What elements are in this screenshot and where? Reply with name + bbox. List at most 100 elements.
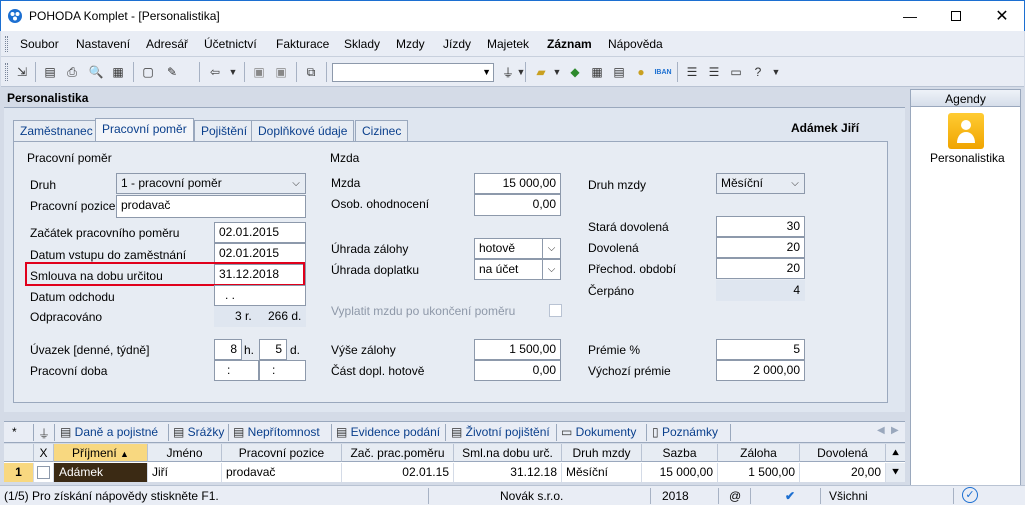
tab-zamestnanec[interactable]: Zaměstnanec — [13, 120, 100, 141]
menu-nastaveni[interactable]: Nastavení — [76, 37, 130, 51]
save-all-icon[interactable]: ▣ — [272, 63, 290, 81]
menu-ucetnictvi[interactable]: Účetnictví — [204, 37, 257, 51]
save-icon[interactable]: ▣ — [250, 63, 268, 81]
uvazek-hours-input[interactable]: 8 — [214, 339, 242, 360]
filter-dropdown-icon[interactable]: ▼ — [512, 63, 530, 81]
table-cell-dovolena[interactable]: 20,00 — [800, 463, 886, 482]
help-dropdown-icon[interactable]: ▼ — [767, 63, 785, 81]
scroll-left-icon[interactable]: ◀ — [877, 425, 885, 436]
col-header-x[interactable]: X — [34, 444, 54, 462]
col-header-pozice[interactable]: Pracovní pozice — [222, 444, 342, 462]
close-button[interactable]: ✕ — [979, 1, 1025, 31]
row-checkbox[interactable] — [37, 466, 50, 479]
col-header-sml[interactable]: Sml.na dobu urč. — [454, 444, 562, 462]
premie-input[interactable]: 5 — [716, 339, 805, 360]
scroll-down-icon[interactable]: ⯆ — [886, 463, 905, 482]
table-cell-jmeno[interactable]: Jiří — [148, 463, 222, 482]
tab-doplnkove-udaje[interactable]: Doplňkové údaje — [251, 120, 355, 141]
uhrada-zalohy-select[interactable]: hotově ⌵ — [474, 238, 561, 259]
odchod-input[interactable]: . . — [214, 285, 306, 306]
monitor-icon[interactable]: ▭ — [727, 63, 745, 81]
col-header-zac[interactable]: Zač. prac.poměru — [342, 444, 454, 462]
row-number[interactable]: 1 — [4, 463, 34, 482]
agenda-personalistika-label[interactable]: Personalistika — [930, 151, 1005, 165]
table-cell-sazba[interactable]: 15 000,00 — [642, 463, 718, 482]
menu-mzdy[interactable]: Mzdy — [396, 37, 425, 51]
edit-icon[interactable]: ✎ — [163, 63, 181, 81]
back-dropdown-icon[interactable]: ▼ — [224, 63, 242, 81]
row-checkbox-cell[interactable] — [34, 463, 54, 482]
tab-all[interactable]: * — [12, 425, 17, 439]
tab-dokumenty[interactable]: ▭ Dokumenty — [561, 425, 636, 439]
print-icon[interactable]: ⎙ — [63, 63, 81, 81]
maximize-button[interactable] — [933, 1, 979, 31]
uhrada-doplatku-select[interactable]: na účet ⌵ — [474, 259, 561, 280]
zacatek-input[interactable]: 02.01.2015 — [214, 222, 306, 243]
personalistika-agenda-icon[interactable] — [948, 113, 984, 149]
dovolena-input[interactable]: 20 — [716, 237, 805, 258]
col-header-zaloha[interactable]: Záloha — [718, 444, 800, 462]
tab-nepritomnost[interactable]: ▤ Nepřítomnost — [233, 425, 320, 439]
col-header-jmeno[interactable]: Jméno — [148, 444, 222, 462]
col-header-dovolena[interactable]: Dovolená — [800, 444, 886, 462]
prechod-input[interactable]: 20 — [716, 258, 805, 279]
table-cell-pozice[interactable]: prodavač — [222, 463, 342, 482]
doba-from-input[interactable]: : — [214, 360, 259, 381]
new-record-icon[interactable]: ▢ — [139, 63, 157, 81]
table-cell-zaloha[interactable]: 1 500,00 — [718, 463, 800, 482]
coins-icon[interactable]: ● — [632, 63, 650, 81]
menu-fakturace[interactable]: Fakturace — [276, 37, 329, 51]
osob-input[interactable]: 0,00 — [474, 194, 561, 216]
copy-icon[interactable]: ⧉ — [302, 63, 320, 81]
list-icon[interactable]: ☰ — [683, 63, 701, 81]
folder-dropdown-icon[interactable]: ▼ — [548, 63, 566, 81]
tab-pracovni-pomer[interactable]: Pracovní poměr — [95, 118, 194, 142]
druh-select[interactable]: 1 - pracovní poměr ⌵ — [116, 173, 306, 194]
pozice-input[interactable]: prodavač — [116, 195, 306, 218]
open-icon[interactable]: ▤ — [41, 63, 59, 81]
doba-to-input[interactable]: : — [259, 360, 306, 381]
menu-jizdy[interactable]: Jízdy — [443, 37, 471, 51]
vyse-zalohy-input[interactable]: 1 500,00 — [474, 339, 561, 360]
tab-evidence-podani[interactable]: ▤ Evidence podání — [336, 425, 440, 439]
menu-napoveda[interactable]: Nápověda — [608, 37, 663, 51]
minimize-button[interactable]: — — [887, 1, 933, 31]
help-icon[interactable]: ? — [749, 63, 767, 81]
table-cell-druh[interactable]: Měsíční — [562, 463, 642, 482]
menu-sklady[interactable]: Sklady — [344, 37, 380, 51]
cast-input[interactable]: 0,00 — [474, 360, 561, 381]
table-cell-sml[interactable]: 31.12.18 — [454, 463, 562, 482]
druh-mzdy-select[interactable]: Měsíční ⌵ — [716, 173, 805, 194]
tab-pojisteni[interactable]: Pojištění — [194, 120, 255, 141]
tab-cizinec[interactable]: Cizinec — [355, 120, 409, 141]
vyplatit-checkbox[interactable] — [549, 304, 562, 317]
mzda-input[interactable]: 15 000,00 — [474, 173, 561, 194]
back-icon[interactable]: ⇦ — [206, 63, 224, 81]
menu-zaznam[interactable]: Záznam — [547, 37, 592, 51]
document-icon[interactable]: ☰ — [705, 63, 723, 81]
stara-dovolena-input[interactable]: 30 — [716, 216, 805, 237]
col-header-druh[interactable]: Druh mzdy — [562, 444, 642, 462]
table-cell-prijmeni[interactable]: Adámek — [54, 463, 148, 482]
report-icon[interactable]: ▦ — [109, 63, 127, 81]
tab-dane-a-pojistne[interactable]: ▤ Daně a pojistné — [60, 425, 158, 439]
uvazek-days-input[interactable]: 5 — [259, 339, 287, 360]
col-header-sazba[interactable]: Sazba — [642, 444, 718, 462]
table-icon[interactable]: ▤ — [610, 63, 628, 81]
toolbar-search-combo[interactable]: ▼ — [332, 63, 494, 82]
col-header-prijmeni[interactable]: Příjmení ▲ — [54, 444, 148, 462]
vstup-input[interactable]: 02.01.2015 — [214, 243, 306, 264]
menu-soubor[interactable]: Soubor — [20, 37, 59, 51]
money-icon[interactable]: ◆ — [566, 63, 584, 81]
menu-majetek[interactable]: Majetek — [487, 37, 529, 51]
filter-icon[interactable]: ⏚ — [38, 425, 50, 442]
iban-icon[interactable]: IBAN — [654, 63, 672, 81]
menu-adresar[interactable]: Adresář — [146, 37, 188, 51]
print-preview-icon[interactable]: 🔍 — [87, 63, 105, 81]
tab-poznamky[interactable]: ▯ Poznámky — [652, 425, 718, 439]
tab-srazky[interactable]: ▤ Srážky — [173, 425, 224, 439]
scroll-right-icon[interactable]: ▶ — [891, 425, 899, 436]
tab-zivotni-pojisteni[interactable]: ▤ Životní pojištění — [451, 425, 550, 439]
table-cell-zac[interactable]: 02.01.15 — [342, 463, 454, 482]
vychozi-premie-input[interactable]: 2 000,00 — [716, 360, 805, 381]
